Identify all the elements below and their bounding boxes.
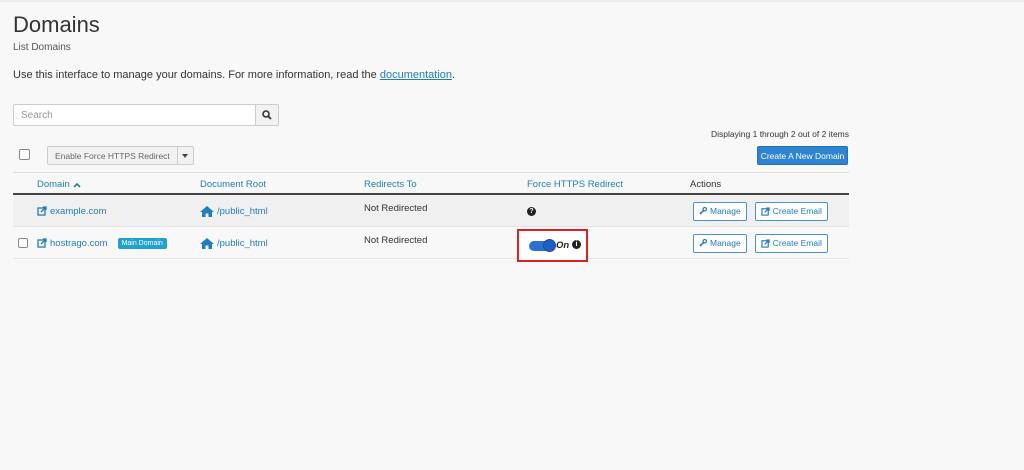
document-root-link[interactable]: /public_html [200, 205, 268, 217]
search-icon [262, 110, 272, 120]
document-root-path: /public_html [217, 205, 268, 217]
external-link-icon [37, 206, 47, 216]
external-link-icon [37, 238, 47, 248]
redirects-to-value: Not Redirected [364, 235, 428, 246]
manage-button[interactable]: Manage [693, 233, 747, 253]
search-input[interactable] [13, 104, 255, 126]
bulk-action-button[interactable]: Enable Force HTTPS Redirect [47, 146, 178, 165]
intro-text-body: Use this interface to manage your domain… [13, 69, 380, 81]
table-row: hostrago.com Main Domain /public_html No… [13, 227, 849, 259]
column-header-domain[interactable]: Domain [37, 179, 81, 190]
toggle-knob [543, 239, 556, 252]
bulk-action-dropdown[interactable] [177, 146, 194, 165]
column-header-domain-label: Domain [37, 179, 70, 190]
search-bar [13, 104, 279, 126]
main-domain-badge: Main Domain [117, 237, 167, 249]
document-root-cell: /public_html [200, 195, 268, 227]
domain-link[interactable]: example.com [37, 206, 107, 217]
create-email-button[interactable]: Create Email [754, 233, 828, 253]
row-checkbox[interactable] [18, 238, 28, 248]
search-button[interactable] [255, 104, 279, 126]
column-header-redirects-to[interactable]: Redirects To [364, 179, 417, 190]
home-icon [200, 237, 214, 249]
manage-label: Manage [710, 238, 741, 248]
force-https-highlight: On i [517, 229, 588, 262]
help-icon[interactable]: ? [527, 206, 536, 216]
page-subtitle: List Domains [13, 42, 71, 53]
manage-button[interactable]: Manage [693, 201, 747, 221]
external-link-icon [761, 238, 770, 248]
document-root-link[interactable]: /public_html [200, 237, 268, 249]
domain-name: example.com [50, 205, 107, 217]
actions-cell: Manage Create Email [693, 227, 828, 259]
page-title: Domains [13, 12, 100, 37]
row-checkbox-cell [18, 227, 28, 259]
domain-name: hostrago.com [50, 237, 108, 249]
info-icon[interactable]: i [572, 240, 581, 249]
caret-down-icon [182, 153, 189, 158]
force-https-cell: ? [527, 195, 536, 227]
domains-table: Domain Document Root Redirects To Force … [13, 172, 849, 259]
force-https-toggle[interactable] [529, 239, 556, 252]
redirects-to-value: Not Redirected [364, 203, 428, 214]
table-row: example.com /public_html Not Redirected … [13, 195, 849, 227]
toggle-state-label: On [556, 240, 570, 251]
documentation-link[interactable]: documentation [380, 69, 452, 81]
home-icon [200, 205, 214, 217]
document-root-path: /public_html [217, 237, 268, 249]
column-header-actions: Actions [690, 179, 722, 190]
wrench-icon [699, 239, 707, 247]
select-all-checkbox[interactable] [19, 149, 30, 160]
intro-text-end: . [452, 69, 456, 81]
external-link-icon [761, 206, 770, 216]
document-root-cell: /public_html [200, 227, 268, 259]
manage-label: Manage [710, 206, 741, 216]
bulk-action-group: Enable Force HTTPS Redirect [47, 146, 194, 165]
column-header-document-root[interactable]: Document Root [200, 179, 266, 190]
table-header: Domain Document Root Redirects To Force … [13, 172, 849, 195]
wrench-icon [699, 207, 707, 215]
create-email-button[interactable]: Create Email [754, 201, 828, 221]
domain-cell: example.com [37, 195, 107, 227]
intro-text: Use this interface to manage your domain… [13, 69, 455, 81]
create-email-label: Create Email [772, 238, 822, 248]
domain-link[interactable]: hostrago.com [37, 238, 108, 249]
top-border [0, 0, 1024, 2]
sort-up-icon [73, 182, 81, 188]
column-header-force-https[interactable]: Force HTTPS Redirect [527, 179, 623, 190]
create-email-label: Create Email [772, 206, 822, 216]
create-domain-button[interactable]: Create A New Domain [757, 146, 848, 165]
domain-cell: hostrago.com Main Domain [37, 227, 167, 259]
pagination-summary: Displaying 1 through 2 out of 2 items [711, 129, 849, 139]
actions-cell: Manage Create Email [693, 195, 828, 227]
